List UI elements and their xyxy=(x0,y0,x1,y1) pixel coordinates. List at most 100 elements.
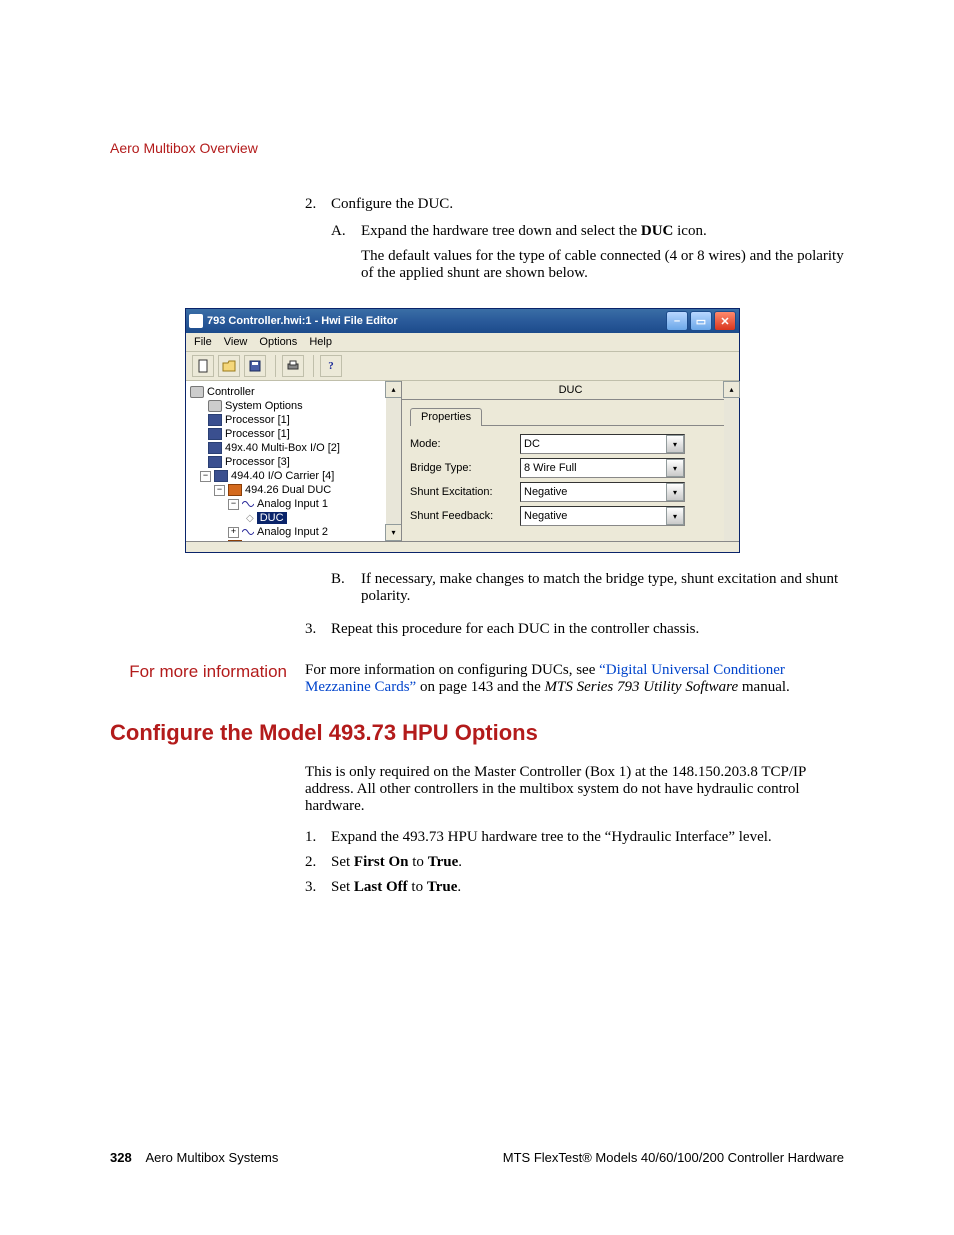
diamond-icon: ◇ xyxy=(246,513,254,524)
step-3: 3. Repeat this procedure for each DUC in… xyxy=(305,621,844,638)
app-icon xyxy=(189,314,203,328)
tree-scrollbar[interactable]: ▴ ▾ xyxy=(386,381,401,541)
tree-root[interactable]: Controller xyxy=(190,385,399,399)
toolbar-separator xyxy=(310,355,314,377)
card-icon xyxy=(228,484,242,496)
hardware-icon xyxy=(214,470,228,482)
analog-icon xyxy=(242,527,254,537)
tree-item[interactable]: Processor [1] xyxy=(225,414,290,426)
window-title: 793 Controller.hwi:1 - Hwi File Editor xyxy=(207,315,398,327)
step-text: Repeat this procedure for each DUC in th… xyxy=(331,621,844,638)
more-info-body: For more information on configuring DUCs… xyxy=(305,662,844,696)
collapse-icon[interactable]: − xyxy=(214,485,225,496)
print-icon xyxy=(286,359,300,373)
menu-file[interactable]: File xyxy=(194,336,212,348)
minimize-button[interactable]: – xyxy=(666,311,688,331)
label-shunt-feedback: Shunt Feedback: xyxy=(410,510,520,522)
label-bridge-type: Bridge Type: xyxy=(410,462,520,474)
toolbar-open-button[interactable] xyxy=(218,355,240,377)
hardware-icon xyxy=(208,414,222,426)
hpu-step-2: 2. Set First On to True. xyxy=(305,854,844,871)
tree-item[interactable]: System Options xyxy=(225,400,303,412)
hpu-step-3: 3. Set Last Off to True. xyxy=(305,879,844,896)
page-footer: 328 Aero Multibox Systems MTS FlexTest® … xyxy=(0,1150,954,1165)
properties-tab[interactable]: Properties xyxy=(410,408,482,426)
open-folder-icon xyxy=(222,359,236,373)
section-intro: This is only required on the Master Cont… xyxy=(305,764,844,815)
menu-bar: File View Options Help xyxy=(186,333,739,352)
page-number: 328 xyxy=(110,1150,132,1165)
tree-item[interactable]: Analog Input 1 xyxy=(257,498,328,510)
torn-edge-decoration xyxy=(186,541,739,552)
tree-item[interactable]: Processor [1] xyxy=(225,428,290,440)
help-icon: ? xyxy=(328,360,334,372)
footer-right: MTS FlexTest® Models 40/60/100/200 Contr… xyxy=(503,1150,844,1165)
scroll-down-icon[interactable]: ▾ xyxy=(385,524,402,541)
dropdown-bridge-type[interactable]: 8 Wire Full▾ xyxy=(520,458,685,478)
collapse-icon[interactable]: − xyxy=(200,471,211,482)
chevron-down-icon[interactable]: ▾ xyxy=(666,435,684,453)
hardware-tree-pane: Controller System Options Processor [1] … xyxy=(186,381,402,541)
toolbar: ? xyxy=(186,352,739,381)
toolbar-separator xyxy=(272,355,276,377)
app-window: 793 Controller.hwi:1 - Hwi File Editor –… xyxy=(185,308,740,553)
label-shunt-excitation: Shunt Excitation: xyxy=(410,486,520,498)
tree-item[interactable]: 49x.40 Multi-Box I/O [2] xyxy=(225,442,340,454)
step-text: Configure the DUC. xyxy=(331,196,844,213)
save-disk-icon xyxy=(248,359,262,373)
window-titlebar[interactable]: 793 Controller.hwi:1 - Hwi File Editor –… xyxy=(186,309,739,333)
tree-item[interactable]: Processor [3] xyxy=(225,456,290,468)
properties-pane: DUC Properties Mode: DC▾ Bridge Type: 8 … xyxy=(402,381,739,541)
scroll-up-icon[interactable]: ▴ xyxy=(385,381,402,398)
chevron-down-icon[interactable]: ▾ xyxy=(666,507,684,525)
chevron-down-icon[interactable]: ▾ xyxy=(666,459,684,477)
dropdown-mode[interactable]: DC▾ xyxy=(520,434,685,454)
dropdown-shunt-excitation[interactable]: Negative▾ xyxy=(520,482,685,502)
tree-item[interactable]: Analog Input 2 xyxy=(257,526,328,538)
running-header: Aero Multibox Overview xyxy=(110,140,844,156)
step-2: 2. Configure the DUC. xyxy=(305,196,844,213)
tree-item[interactable]: 494.40 I/O Carrier [4] xyxy=(231,470,334,482)
toolbar-new-button[interactable] xyxy=(192,355,214,377)
margin-label-more-info: For more information xyxy=(110,662,305,696)
maximize-button[interactable]: ▭ xyxy=(690,311,712,331)
tree-item-selected[interactable]: DUC xyxy=(257,512,287,524)
menu-view[interactable]: View xyxy=(224,336,248,348)
toolbar-help-button[interactable]: ? xyxy=(320,355,342,377)
chevron-down-icon[interactable]: ▾ xyxy=(666,483,684,501)
substep-letter: B. xyxy=(331,571,361,613)
toolbar-print-button[interactable] xyxy=(282,355,304,377)
hardware-tree[interactable]: Controller System Options Processor [1] … xyxy=(186,381,401,541)
hardware-icon xyxy=(208,456,222,468)
tree-item[interactable]: 494.26 Dual DUC xyxy=(245,540,331,541)
scroll-up-icon[interactable]: ▴ xyxy=(723,381,740,398)
gear-icon xyxy=(208,400,222,412)
label-mode: Mode: xyxy=(410,438,520,450)
hardware-icon xyxy=(208,428,222,440)
step-2b: B. If necessary, make changes to match t… xyxy=(331,571,844,613)
properties-scrollbar[interactable]: ▴ xyxy=(724,381,739,541)
dropdown-shunt-feedback[interactable]: Negative▾ xyxy=(520,506,685,526)
hardware-icon xyxy=(208,442,222,454)
card-icon xyxy=(228,540,242,541)
section-heading-hpu: Configure the Model 493.73 HPU Options xyxy=(110,720,844,746)
hpu-step-1: 1. Expand the 493.73 HPU hardware tree t… xyxy=(305,829,844,846)
menu-options[interactable]: Options xyxy=(259,336,297,348)
footer-left: Aero Multibox Systems xyxy=(145,1150,278,1165)
gear-icon xyxy=(190,386,204,398)
tree-item[interactable]: 494.26 Dual DUC xyxy=(245,484,331,496)
step-2a: A. Expand the hardware tree down and sel… xyxy=(331,223,844,290)
collapse-icon[interactable]: − xyxy=(228,499,239,510)
substep-body: If necessary, make changes to match the … xyxy=(361,571,844,605)
properties-header: DUC xyxy=(402,381,739,400)
analog-icon xyxy=(242,499,254,509)
toolbar-save-button[interactable] xyxy=(244,355,266,377)
step-number: 2. xyxy=(305,196,331,213)
expand-icon[interactable]: + xyxy=(228,527,239,538)
substep-line-1: Expand the hardware tree down and select… xyxy=(361,223,844,240)
close-button[interactable]: ✕ xyxy=(714,311,736,331)
expand-icon[interactable]: + xyxy=(214,541,225,542)
menu-help[interactable]: Help xyxy=(309,336,332,348)
new-document-icon xyxy=(196,359,210,373)
substep-letter: A. xyxy=(331,223,361,290)
